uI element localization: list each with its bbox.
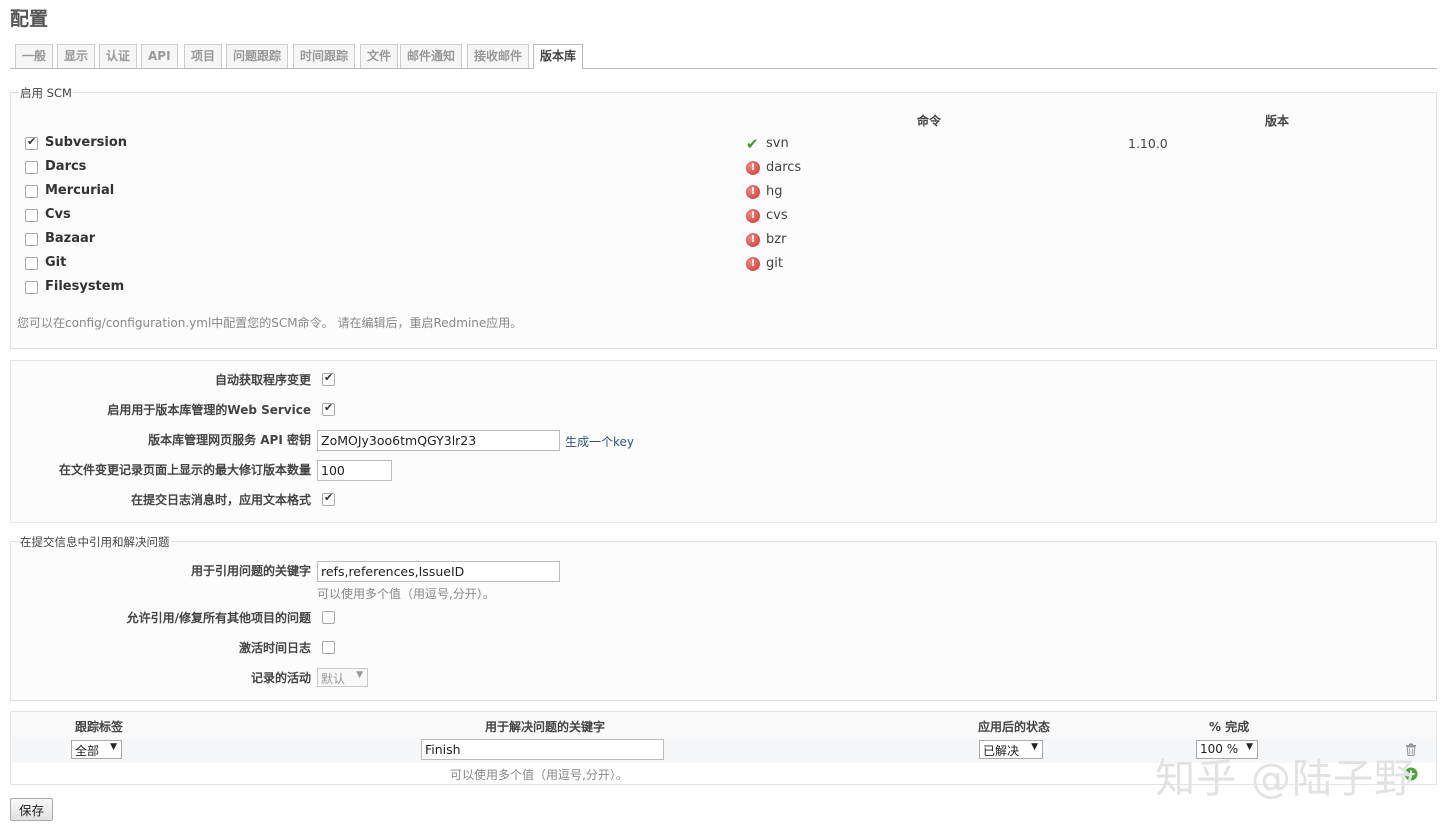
error-icon: ! <box>746 185 760 199</box>
scm-checkbox-cvs[interactable] <box>25 209 38 222</box>
dropdown-arrow-icon: ▼ <box>356 670 363 680</box>
tab-projects[interactable]: 项目 <box>184 44 223 68</box>
scm-checkbox-subversion[interactable] <box>25 135 38 150</box>
page-title: 配置 <box>10 8 49 30</box>
scm-fieldset: 启用 SCM 命令 版本 Subversion ✔ svn 1.10.0 Dar… <box>10 85 1437 349</box>
web-service-checkbox[interactable] <box>322 401 335 416</box>
save-button[interactable]: 保存 <box>10 798 54 821</box>
tab-authentication[interactable]: 认证 <box>99 44 138 68</box>
generate-key-link[interactable]: 生成一个key <box>565 433 634 450</box>
time-log-checkbox[interactable] <box>322 641 335 654</box>
status-select[interactable]: 已解决 ▼ <box>979 740 1043 759</box>
col-keywords-header: 用于解决问题的关键字 <box>485 720 606 734</box>
tab-issue-tracking[interactable]: 问题跟踪 <box>226 44 289 68</box>
text-formatting-checkbox[interactable] <box>322 491 335 506</box>
tracker-select[interactable]: 全部 ▼ <box>71 740 122 759</box>
scm-name: Bazaar <box>45 231 96 246</box>
scm-name: Subversion <box>45 135 128 150</box>
scm-checkbox-darcs[interactable] <box>25 161 38 174</box>
scm-checkbox-bazaar[interactable] <box>25 233 38 246</box>
table-header-row: 跟踪标签 用于解决问题的关键字 应用后的状态 % 完成 <box>11 712 1436 737</box>
api-key-input[interactable] <box>317 430 560 451</box>
scm-name: Git <box>45 255 67 270</box>
scm-checkbox-mercurial[interactable] <box>25 185 38 198</box>
scm-name: Cvs <box>45 207 71 222</box>
col-tracker-header: 跟踪标签 <box>75 720 124 734</box>
check-icon: ✔ <box>746 135 759 153</box>
activity-label: 记录的活动 <box>250 671 311 685</box>
error-icon: ! <box>746 209 760 223</box>
web-service-label: 启用用于版本库管理的Web Service <box>107 403 311 417</box>
error-icon: ! <box>746 233 760 247</box>
dropdown-arrow-icon: ▼ <box>110 742 117 752</box>
scm-name: Darcs <box>45 159 87 174</box>
tab-email-notifications[interactable]: 邮件通知 <box>400 44 463 68</box>
fix-keywords-hint: 可以使用多个值（用逗号,分开）。 <box>450 768 628 782</box>
tab-repositories[interactable]: 版本库 <box>533 44 584 69</box>
scm-version-subversion: 1.10.0 <box>1128 136 1168 151</box>
ref-keywords-label: 用于引用问题的关键字 <box>190 564 311 578</box>
max-revisions-input[interactable] <box>317 460 392 481</box>
scm-version-header: 版本 <box>1265 114 1290 128</box>
autofetch-label: 自动获取程序变更 <box>214 373 311 387</box>
col-status-header: 应用后的状态 <box>978 720 1051 734</box>
ref-keywords-hint: 可以使用多个值（用逗号,分开）。 <box>317 587 495 601</box>
cross-project-label: 允许引用/修复所有其他项目的问题 <box>126 611 311 625</box>
api-key-label: 版本库管理网页服务 API 密钥 <box>148 433 311 447</box>
max-revisions-label: 在文件变更记录页面上显示的最大修订版本数量 <box>58 463 311 477</box>
text-formatting-label: 在提交日志消息时，应用文本格式 <box>130 493 311 507</box>
tab-incoming-emails[interactable]: 接收邮件 <box>467 44 530 68</box>
scm-config-note: 您可以在config/configuration.yml中配置您的SCM命令。 … <box>17 316 523 330</box>
time-log-label: 激活时间日志 <box>238 641 311 655</box>
tab-time-tracking[interactable]: 时间跟踪 <box>293 44 356 68</box>
activity-select[interactable]: 默认 ▼ <box>317 668 368 687</box>
fix-keywords-input[interactable] <box>421 739 664 760</box>
tab-display[interactable]: 显示 <box>57 44 96 68</box>
commit-refs-legend: 在提交信息中引用和解决问题 <box>19 534 171 550</box>
error-icon: ! <box>746 161 760 175</box>
dropdown-arrow-icon: ▼ <box>1031 742 1038 752</box>
tab-api[interactable]: API <box>141 44 178 68</box>
scm-name: Mercurial <box>45 183 115 198</box>
autofetch-checkbox[interactable] <box>322 371 335 386</box>
watermark: 知乎 @陆子野 <box>1155 756 1415 802</box>
error-icon: ! <box>746 257 760 271</box>
col-done-header: % 完成 <box>1209 720 1250 734</box>
settings-tabs: 一般 显示 认证 API 项目 问题跟踪 时间跟踪 文件 邮件通知 接收邮件 版… <box>10 44 1437 69</box>
ref-keywords-input[interactable] <box>317 561 560 582</box>
scm-name: Filesystem <box>45 279 125 294</box>
commit-refs-fieldset: 在提交信息中引用和解决问题 用于引用问题的关键字 可以使用多个值（用逗号,分开）… <box>10 534 1437 701</box>
cross-project-checkbox[interactable] <box>322 611 335 624</box>
scm-command-header: 命令 <box>917 114 942 128</box>
scm-checkbox-git[interactable] <box>25 257 38 270</box>
tab-files[interactable]: 文件 <box>360 44 399 68</box>
repository-settings-box: 自动获取程序变更 启用用于版本库管理的Web Service 版本库管理网页服务… <box>10 360 1437 523</box>
scm-checkbox-filesystem[interactable] <box>25 281 38 294</box>
tab-general[interactable]: 一般 <box>15 44 54 68</box>
scm-legend: 启用 SCM <box>19 85 73 101</box>
